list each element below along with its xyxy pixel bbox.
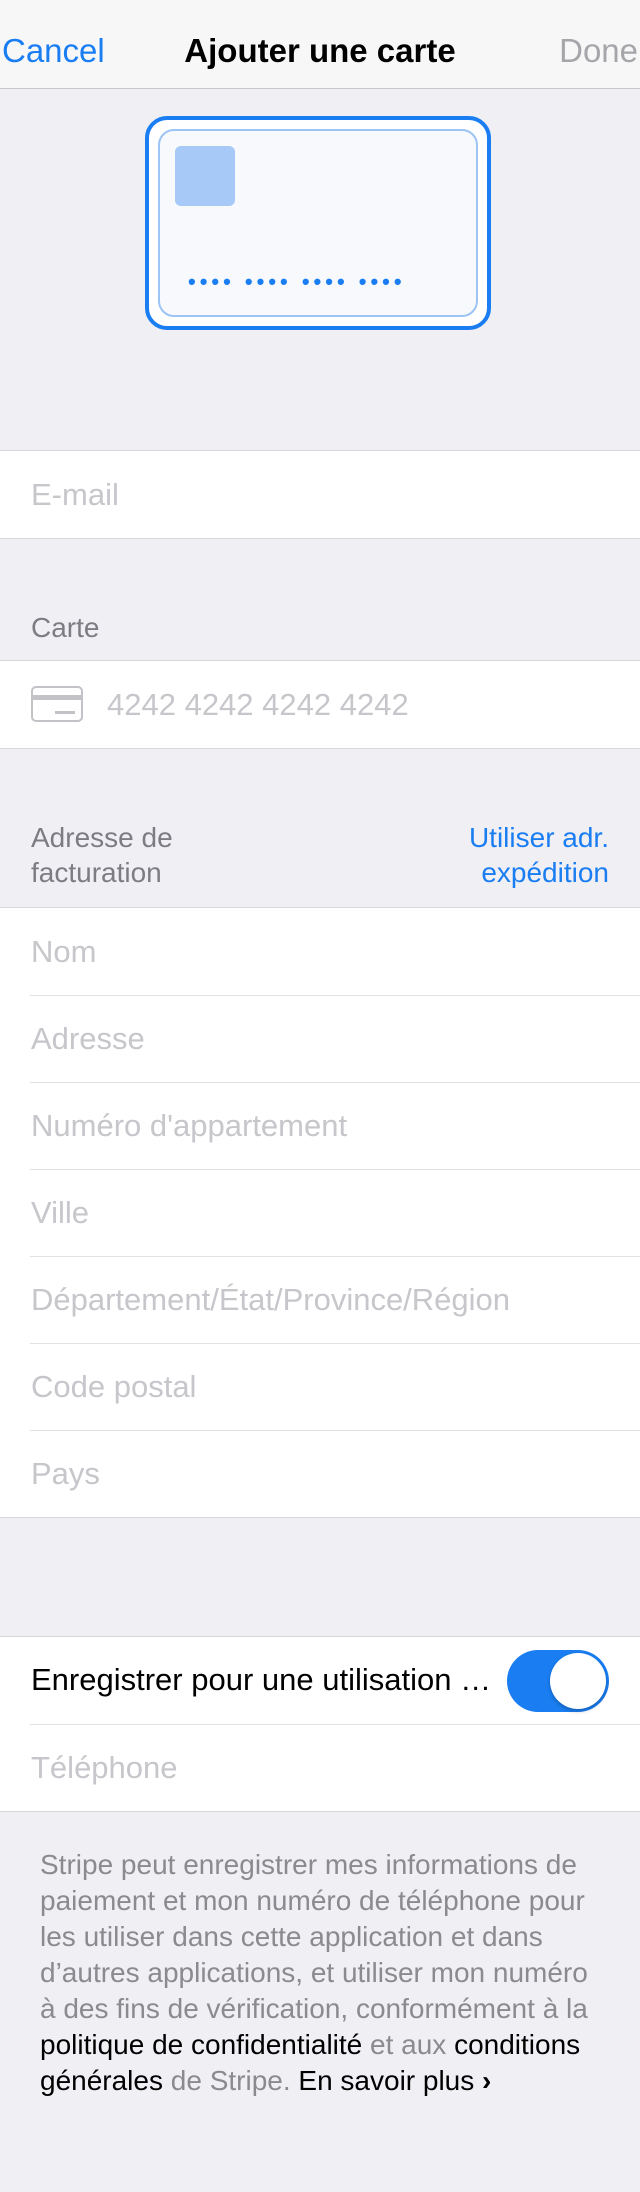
address-placeholder: Adresse — [31, 1021, 145, 1056]
postal-code-placeholder: Code postal — [31, 1369, 197, 1404]
card-chip-icon — [175, 146, 235, 206]
card-number-field[interactable]: 4242 4242 4242 4242 — [0, 661, 640, 748]
learn-more-link[interactable]: En savoir plus › — [298, 2065, 491, 2096]
name-placeholder: Nom — [31, 934, 97, 969]
email-field[interactable]: E-mail — [0, 451, 640, 538]
country-placeholder: Pays — [31, 1456, 100, 1491]
city-placeholder: Ville — [31, 1195, 90, 1230]
phone-placeholder: Téléphone — [31, 1750, 178, 1785]
billing-section-header: Adresse de facturation — [31, 820, 173, 890]
card-section: 4242 4242 4242 4242 — [0, 660, 640, 749]
legal-text-part1: Stripe peut enregistrer mes informations… — [40, 1849, 588, 2024]
postal-code-field[interactable]: Code postal — [0, 1343, 640, 1430]
email-section: E-mail — [0, 450, 640, 539]
email-placeholder: E-mail — [31, 477, 119, 512]
legal-text-part3: de Stripe. — [162, 2065, 299, 2096]
use-shipping-line1: Utiliser adr. — [468, 822, 609, 853]
card-number-mask: •••• •••• •••• •••• — [188, 269, 406, 294]
use-shipping-line2: expédition — [481, 857, 609, 888]
billing-header-line1: Adresse de — [31, 822, 173, 853]
region-placeholder: Département/État/Province/Région — [31, 1282, 511, 1317]
privacy-policy-link[interactable]: politique de confidentialité — [40, 2029, 362, 2060]
country-field[interactable]: Pays — [0, 1430, 640, 1517]
credit-card-icon — [31, 686, 83, 722]
chevron-right-icon: › — [482, 2065, 492, 2096]
toggle-knob — [550, 1653, 606, 1709]
card-section-header: Carte — [31, 612, 100, 643]
name-field[interactable]: Nom — [0, 908, 640, 995]
legal-text-part2: et aux — [362, 2029, 455, 2060]
card-illustration-face: •••• •••• •••• •••• — [158, 129, 478, 317]
save-for-later-label: Enregistrer pour une utilisation ultérie… — [31, 1662, 501, 1697]
region-field[interactable]: Département/État/Province/Région — [0, 1256, 640, 1343]
billing-address-section: Nom Adresse Numéro d'appartement Ville D… — [0, 907, 640, 1518]
save-section: Enregistrer pour une utilisation ultérie… — [0, 1636, 640, 1812]
learn-more-label: En savoir plus — [298, 2065, 475, 2096]
use-shipping-address-button[interactable]: Utiliser adr. expédition — [469, 820, 609, 890]
card-number-placeholder: 4242 4242 4242 4242 — [107, 687, 409, 722]
stripe-legal-text: Stripe peut enregistrer mes informations… — [40, 1847, 610, 2099]
navigation-bar: Cancel Ajouter une carte Done — [0, 0, 640, 89]
city-field[interactable]: Ville — [0, 1169, 640, 1256]
save-for-later-toggle[interactable] — [507, 1650, 609, 1712]
address-field[interactable]: Adresse — [0, 995, 640, 1082]
done-button[interactable]: Done — [559, 32, 638, 70]
save-for-later-row: Enregistrer pour une utilisation ultérie… — [0, 1637, 640, 1724]
card-illustration: •••• •••• •••• •••• — [145, 116, 491, 330]
phone-field[interactable]: Téléphone — [0, 1724, 640, 1811]
apartment-placeholder: Numéro d'appartement — [31, 1108, 348, 1143]
billing-header-line2: facturation — [31, 857, 162, 888]
apartment-field[interactable]: Numéro d'appartement — [0, 1082, 640, 1169]
page-title: Ajouter une carte — [184, 32, 456, 69]
